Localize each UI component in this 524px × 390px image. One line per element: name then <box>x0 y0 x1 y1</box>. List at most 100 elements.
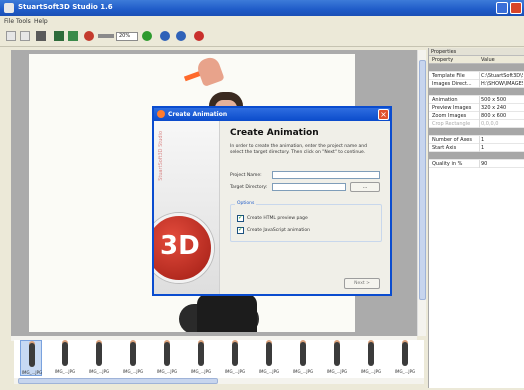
col-property: Property <box>432 57 454 63</box>
thumbnail-figure <box>266 342 272 366</box>
filmstrip-thumbnail[interactable]: IMG_...JPG <box>122 340 144 376</box>
properties-rows: Template File C:\StuartSoft3D\Studio\Temp… <box>429 64 524 168</box>
filmstrip-thumbnail[interactable]: IMG_...JPG <box>292 340 314 376</box>
filmstrip-thumbnail[interactable]: IMG_...JPG <box>20 340 42 376</box>
dialog-description: In order to create the animation, enter … <box>230 144 367 155</box>
js-animation-checkbox[interactable] <box>237 226 244 234</box>
menu-file[interactable]: File <box>4 18 14 25</box>
film-add-icon[interactable] <box>68 31 78 41</box>
target-dir-input[interactable] <box>272 183 346 191</box>
property-row[interactable]: Start Axis 1 <box>429 144 524 152</box>
stop-icon[interactable] <box>194 31 204 41</box>
target-dir-label: Target Directory: <box>230 185 268 190</box>
thumbnail-figure <box>198 342 204 366</box>
zoom-slider-icon[interactable] <box>98 34 114 38</box>
property-key: Crop Rectangle <box>432 121 471 127</box>
property-value: C:\StuartSoft3D\Studio\Templates <box>481 73 523 79</box>
property-key: Template File <box>432 73 465 79</box>
property-separator <box>479 104 480 112</box>
project-name-input[interactable] <box>272 171 380 179</box>
property-separator <box>479 72 480 80</box>
canvas-vertical-scrollbar[interactable] <box>417 50 426 336</box>
filmstrip-scroll-thumb[interactable] <box>18 378 218 384</box>
property-value: 500 x 500 <box>481 97 507 103</box>
filmstrip-thumbnail[interactable]: IMG_...JPG <box>88 340 110 376</box>
property-separator <box>479 120 480 128</box>
property-row[interactable]: Images Direct... H:\SHOW\IMAGES <box>429 80 524 88</box>
zoom-select[interactable]: 20% <box>116 32 138 41</box>
thumbnail-caption: IMG_...JPG <box>190 369 212 374</box>
property-separator <box>479 136 480 144</box>
options-legend: Options <box>235 201 257 206</box>
thumbnail-figure <box>232 342 238 366</box>
zoom-out-icon[interactable] <box>84 31 94 41</box>
filmstrip-thumbnail[interactable]: IMG_...JPG <box>156 340 178 376</box>
property-key: Images Direct... <box>432 81 472 87</box>
property-row[interactable]: Preview Images 320 x 240 <box>429 104 524 112</box>
filmstrip-thumbnail[interactable]: IMG_...JPG <box>258 340 280 376</box>
property-row[interactable]: Crop Rectangle 0,0,0,0 <box>429 120 524 128</box>
filmstrip-thumbnail[interactable]: IMG_...JPG <box>360 340 382 376</box>
thumbnail-figure <box>300 342 306 366</box>
property-row[interactable]: Template File C:\StuartSoft3D\Studio\Temp… <box>429 72 524 80</box>
options-group: Options Create HTML preview page Create … <box>230 201 382 242</box>
property-value: 90 <box>481 161 488 167</box>
property-key: Zoom Images <box>432 113 467 119</box>
new-icon[interactable] <box>6 31 16 41</box>
browse-button[interactable]: ... <box>350 182 380 192</box>
property-row[interactable]: Number of Axes 1 <box>429 136 524 144</box>
thumbnail-figure <box>334 342 340 366</box>
legs-shape <box>197 294 257 332</box>
property-value: 320 x 240 <box>481 105 507 111</box>
property-group-row <box>429 64 524 72</box>
filmstrip-thumbnail[interactable]: IMG_...JPG <box>190 340 212 376</box>
filmstrip-thumbnail[interactable]: IMG_...JPG <box>54 340 76 376</box>
minimize-button[interactable] <box>496 2 508 14</box>
scroll-thumb[interactable] <box>419 60 426 300</box>
property-separator <box>479 160 480 168</box>
property-value: 0,0,0,0 <box>481 121 499 127</box>
col-value: Value <box>481 57 495 63</box>
thumbnail-figure <box>96 342 102 366</box>
menu-tools[interactable]: Tools <box>16 18 31 25</box>
film-icon[interactable] <box>54 31 64 41</box>
app-icon <box>4 3 14 13</box>
dialog-side-banner: StuartSoft3D Studio 3D <box>154 121 220 294</box>
dialog-close-icon[interactable]: × <box>378 109 389 120</box>
html-preview-label: Create HTML preview page <box>247 216 308 221</box>
filmstrip-thumbnail[interactable]: IMG_...JPG <box>394 340 416 376</box>
thumbnail-caption: IMG_...JPG <box>156 369 178 374</box>
next-button[interactable]: Next > <box>344 278 380 289</box>
html-preview-checkbox[interactable] <box>237 214 244 222</box>
dialog-titlebar: Create Animation × <box>154 108 390 121</box>
thumbnail-caption: IMG_...JPG <box>54 369 76 374</box>
thumbnail-caption: IMG_...JPG <box>21 370 43 375</box>
menu-help[interactable]: Help <box>34 18 48 25</box>
filmstrip-scrollbar[interactable] <box>14 378 424 384</box>
thumbnail-figure <box>368 342 374 366</box>
thumbnail-figure <box>402 342 408 366</box>
property-separator <box>479 112 480 120</box>
property-row[interactable]: Zoom Images 800 x 600 <box>429 112 524 120</box>
properties-header: Properties <box>429 48 524 56</box>
zoom-in-icon[interactable] <box>142 31 152 41</box>
filmstrip-thumbnail[interactable]: IMG_...JPG <box>224 340 246 376</box>
help-icon[interactable] <box>176 31 186 41</box>
thumbnail-figure <box>130 342 136 366</box>
open-icon[interactable] <box>20 31 30 41</box>
project-name-label: Project Name: <box>230 173 262 178</box>
close-button[interactable] <box>510 2 522 14</box>
thumbnail-caption: IMG_...JPG <box>326 369 348 374</box>
preview-icon[interactable] <box>160 31 170 41</box>
property-row[interactable]: Quality in % 90 <box>429 160 524 168</box>
window-titlebar: StuartSoft3D Studio 1.6 <box>0 0 524 16</box>
filmstrip-thumbnail[interactable]: IMG_...JPG <box>326 340 348 376</box>
property-row[interactable]: Animation 500 x 500 <box>429 96 524 104</box>
save-icon[interactable] <box>36 31 46 41</box>
property-group-row <box>429 88 524 96</box>
window-title: StuartSoft3D Studio 1.6 <box>18 3 113 11</box>
properties-panel: Properties Property Value Template File C… <box>428 48 524 388</box>
dialog-title: Create Animation <box>168 111 228 118</box>
property-separator <box>479 96 480 104</box>
thumbnail-figure <box>62 342 68 366</box>
